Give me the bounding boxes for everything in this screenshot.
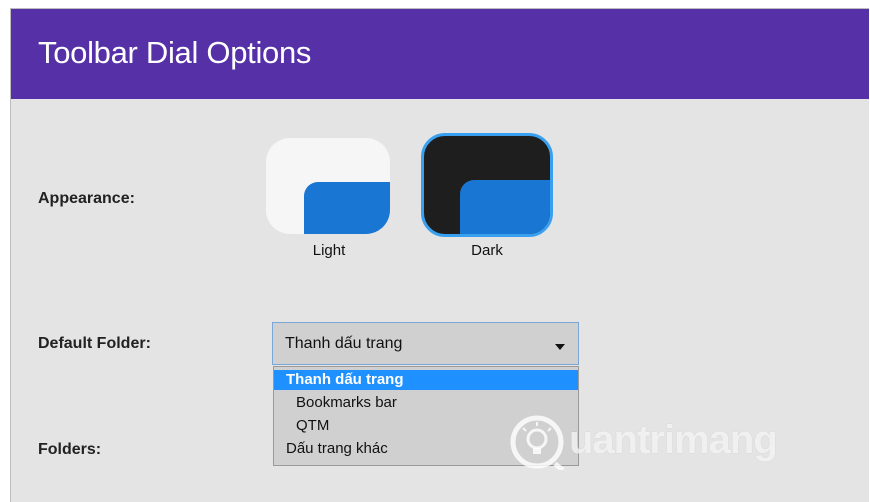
watermark: uantrimang <box>509 410 849 480</box>
theme-light-preview-panel <box>304 182 390 234</box>
theme-dark-label: Dark <box>471 242 503 259</box>
default-folder-select[interactable]: Thanh dấu trang <box>272 322 579 365</box>
appearance-label: Appearance: <box>38 190 135 207</box>
theme-dark-option[interactable] <box>421 133 553 237</box>
theme-dark-preview-panel <box>460 180 550 234</box>
page-title: Toolbar Dial Options <box>38 35 312 70</box>
theme-light-label: Light <box>312 242 346 259</box>
default-folder-label: Default Folder: <box>38 335 151 352</box>
theme-light-option[interactable] <box>266 138 390 234</box>
page-header: Toolbar Dial Options <box>11 9 869 99</box>
lightbulb-logo-icon <box>510 415 565 470</box>
default-folder-value: Thanh dấu trang <box>285 335 403 352</box>
watermark-text: uantrimang <box>569 418 778 462</box>
folders-label: Folders: <box>38 441 102 458</box>
caret-down-icon <box>555 344 565 350</box>
options-page: Toolbar Dial Options Appearance: Light D… <box>10 8 869 502</box>
dropdown-option[interactable]: Thanh dấu trang <box>274 370 578 390</box>
